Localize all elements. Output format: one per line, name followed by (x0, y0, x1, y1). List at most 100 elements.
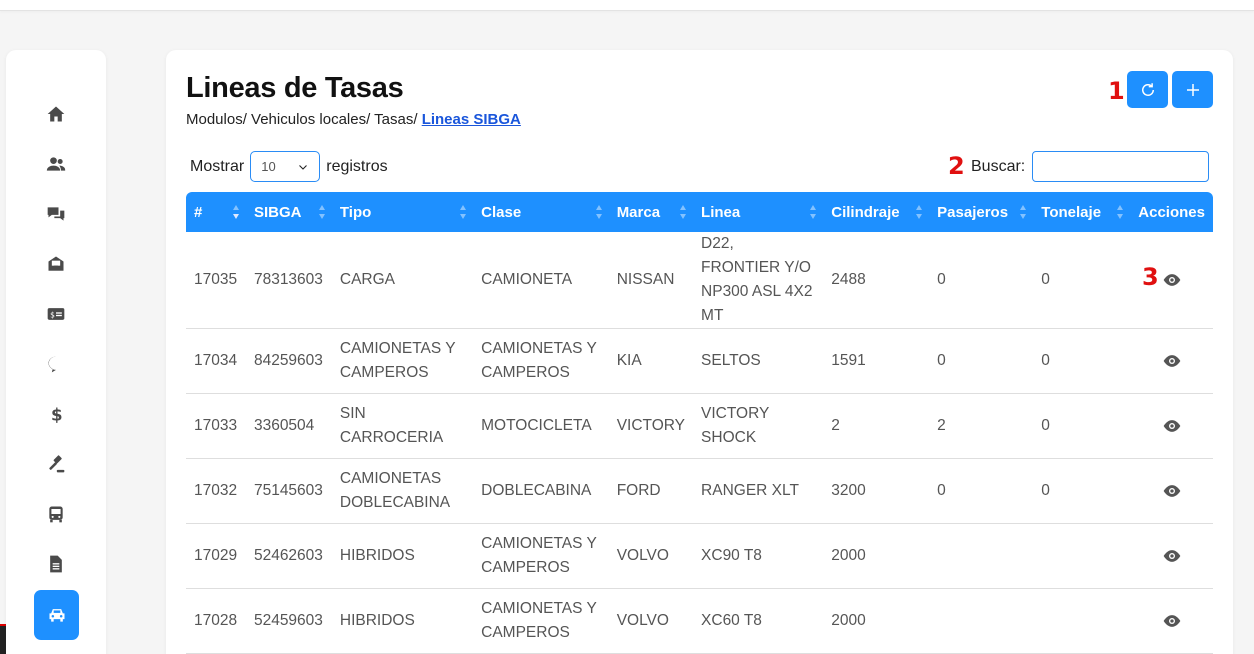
sort-icon (1116, 204, 1124, 220)
breadcrumb-current-link[interactable]: Lineas SIBGA (422, 111, 521, 128)
view-button[interactable] (1162, 612, 1182, 629)
sidebar-item-transport[interactable] (34, 492, 78, 536)
column-header-label: Pasajeros (937, 203, 1009, 221)
cell-id: 17033 (186, 393, 246, 459)
document-icon (50, 555, 62, 573)
cell-linea: SELTOS (693, 328, 824, 394)
plus-icon (1186, 83, 1199, 96)
cell-linea: VICTORY SHOCK (693, 393, 824, 459)
cell-tonelaje: 0 (1033, 328, 1131, 394)
cell-id: 17035 (186, 232, 246, 329)
cell-cilindraje: 1591 (823, 328, 930, 394)
view-button[interactable] (1162, 417, 1182, 434)
column-header-label: # (194, 203, 203, 221)
sidebar-item-users[interactable] (34, 142, 78, 186)
sort-icon (915, 204, 923, 220)
cell-sibga: 84259603 (245, 328, 332, 394)
cell-linea: D22, FRONTIER Y/O NP300 ASL 4X2 MT (693, 232, 824, 329)
cell-marca: VOLVO (608, 588, 694, 654)
cell-sibga: 75145603 (245, 458, 332, 524)
cell-clase: MOTOCICLETA (473, 393, 609, 459)
cell-acciones (1130, 588, 1213, 654)
column-header-marca[interactable]: Marca (609, 192, 693, 232)
cell-cilindraje: 2000 (823, 588, 930, 654)
chevron-down-icon (299, 164, 308, 170)
column-header-linea[interactable]: Linea (693, 192, 823, 232)
view-button[interactable] (1162, 482, 1182, 499)
cell-tonelaje: 0 (1033, 393, 1131, 459)
search-input[interactable] (1032, 151, 1209, 182)
sidebar-item-vehicles[interactable] (34, 590, 79, 640)
column-header-tonelaje[interactable]: Tonelaje (1033, 192, 1130, 232)
cell-id: 17028 (186, 588, 246, 654)
column-header-cilindraje[interactable]: Cilindraje (823, 192, 929, 232)
cell-clase: CAMIONETA (473, 232, 609, 329)
table-row: 17035 78313603 CARGA CAMIONETA NISSAN D22, FR… (186, 232, 1213, 329)
eye-icon (1163, 274, 1180, 286)
view-button[interactable] (1162, 547, 1182, 564)
cell-sibga: 78313603 (245, 232, 332, 329)
sort-icon (459, 204, 467, 220)
cell-tipo: CAMIONETAS Y CAMPEROS (331, 328, 474, 394)
refresh-button[interactable] (1127, 71, 1168, 108)
cell-sibga: 3360504 (245, 393, 332, 459)
cell-clase: CAMIONETAS Y CAMPEROS (473, 523, 609, 589)
breadcrumb-path: Modulos/ Vehiculos locales/ Tasas/ (186, 111, 422, 128)
main-card: Lineas de Tasas Modulos/ Vehiculos local… (166, 50, 1233, 654)
cell-clase: DOBLECABINA (473, 458, 609, 524)
column-header-sibga[interactable]: SIBGA (246, 192, 332, 232)
records-label: registros (326, 157, 388, 175)
cell-marca: VICTORY (608, 393, 694, 459)
column-header-acciones[interactable]: Acciones (1130, 192, 1213, 232)
sidebar-item-payments[interactable]: $ (34, 342, 78, 386)
eye-icon (1163, 485, 1180, 497)
cell-acciones (1130, 328, 1213, 394)
show-label: Mostrar (190, 157, 245, 175)
column-header-label: Cilindraje (831, 203, 900, 221)
cell-acciones (1130, 393, 1213, 459)
column-header-label: Acciones (1138, 203, 1205, 221)
cell-tipo: SIN CARROCERIA (331, 393, 474, 459)
sidebar-item-chat[interactable] (34, 192, 78, 236)
cell-clase: CAMIONETAS Y CAMPEROS (473, 588, 609, 654)
view-button[interactable] (1162, 271, 1182, 288)
sidebar-item-inbox[interactable] (34, 242, 78, 286)
cell-tipo: HIBRIDOS (331, 588, 474, 654)
column-header-pasajeros[interactable]: Pasajeros (929, 192, 1033, 232)
sidebar-item-dollar[interactable]: $ (34, 392, 78, 436)
sidebar-item-legal[interactable] (34, 442, 78, 486)
cell-marca: NISSAN (608, 232, 694, 329)
sidebar-item-home[interactable] (34, 92, 78, 136)
eye-icon (1163, 420, 1180, 432)
table-row: 17028 52459603 HIBRIDOS CAMIONETAS Y CAMPER… (186, 588, 1213, 654)
cell-pasajeros: 0 (929, 232, 1034, 329)
cell-clase: CAMIONETAS Y CAMPEROS (473, 328, 609, 394)
add-button[interactable] (1172, 71, 1213, 108)
page-title: Lineas de Tasas (186, 72, 404, 104)
table-row: 17032 75145603 CAMIONETAS DOBLECABINA DOBLE… (186, 458, 1213, 524)
breadcrumb: Modulos/ Vehiculos locales/ Tasas/ Linea… (186, 111, 521, 128)
column-header-id[interactable]: # (186, 192, 246, 232)
column-header-tipo[interactable]: Tipo (332, 192, 473, 232)
view-button[interactable] (1162, 352, 1182, 369)
refresh-icon (1141, 82, 1154, 96)
sort-icon (595, 204, 603, 220)
cell-tonelaje (1033, 523, 1131, 589)
cell-cilindraje: 3200 (823, 458, 930, 524)
cell-tonelaje: 0 (1033, 232, 1131, 329)
sort-icon (679, 204, 687, 220)
column-header-label: Tipo (339, 203, 372, 221)
sort-desc-icon (232, 204, 240, 220)
page-length-value: 10 (261, 159, 276, 174)
sidebar-item-money[interactable]: $ (34, 292, 78, 336)
column-header-clase[interactable]: Clase (473, 192, 609, 232)
table-row: 17029 52462603 HIBRIDOS CAMIONETAS Y CAMPER… (186, 523, 1213, 589)
svg-text:$: $ (54, 360, 59, 369)
cell-pasajeros (929, 588, 1034, 654)
page-length-select[interactable]: 10 (250, 151, 321, 182)
sidebar-item-documents[interactable] (34, 542, 78, 586)
top-bar (0, 0, 1254, 11)
home-icon (47, 106, 65, 122)
cell-tipo: HIBRIDOS (331, 523, 474, 589)
annotation-marker-3: 3 (1142, 263, 1159, 291)
